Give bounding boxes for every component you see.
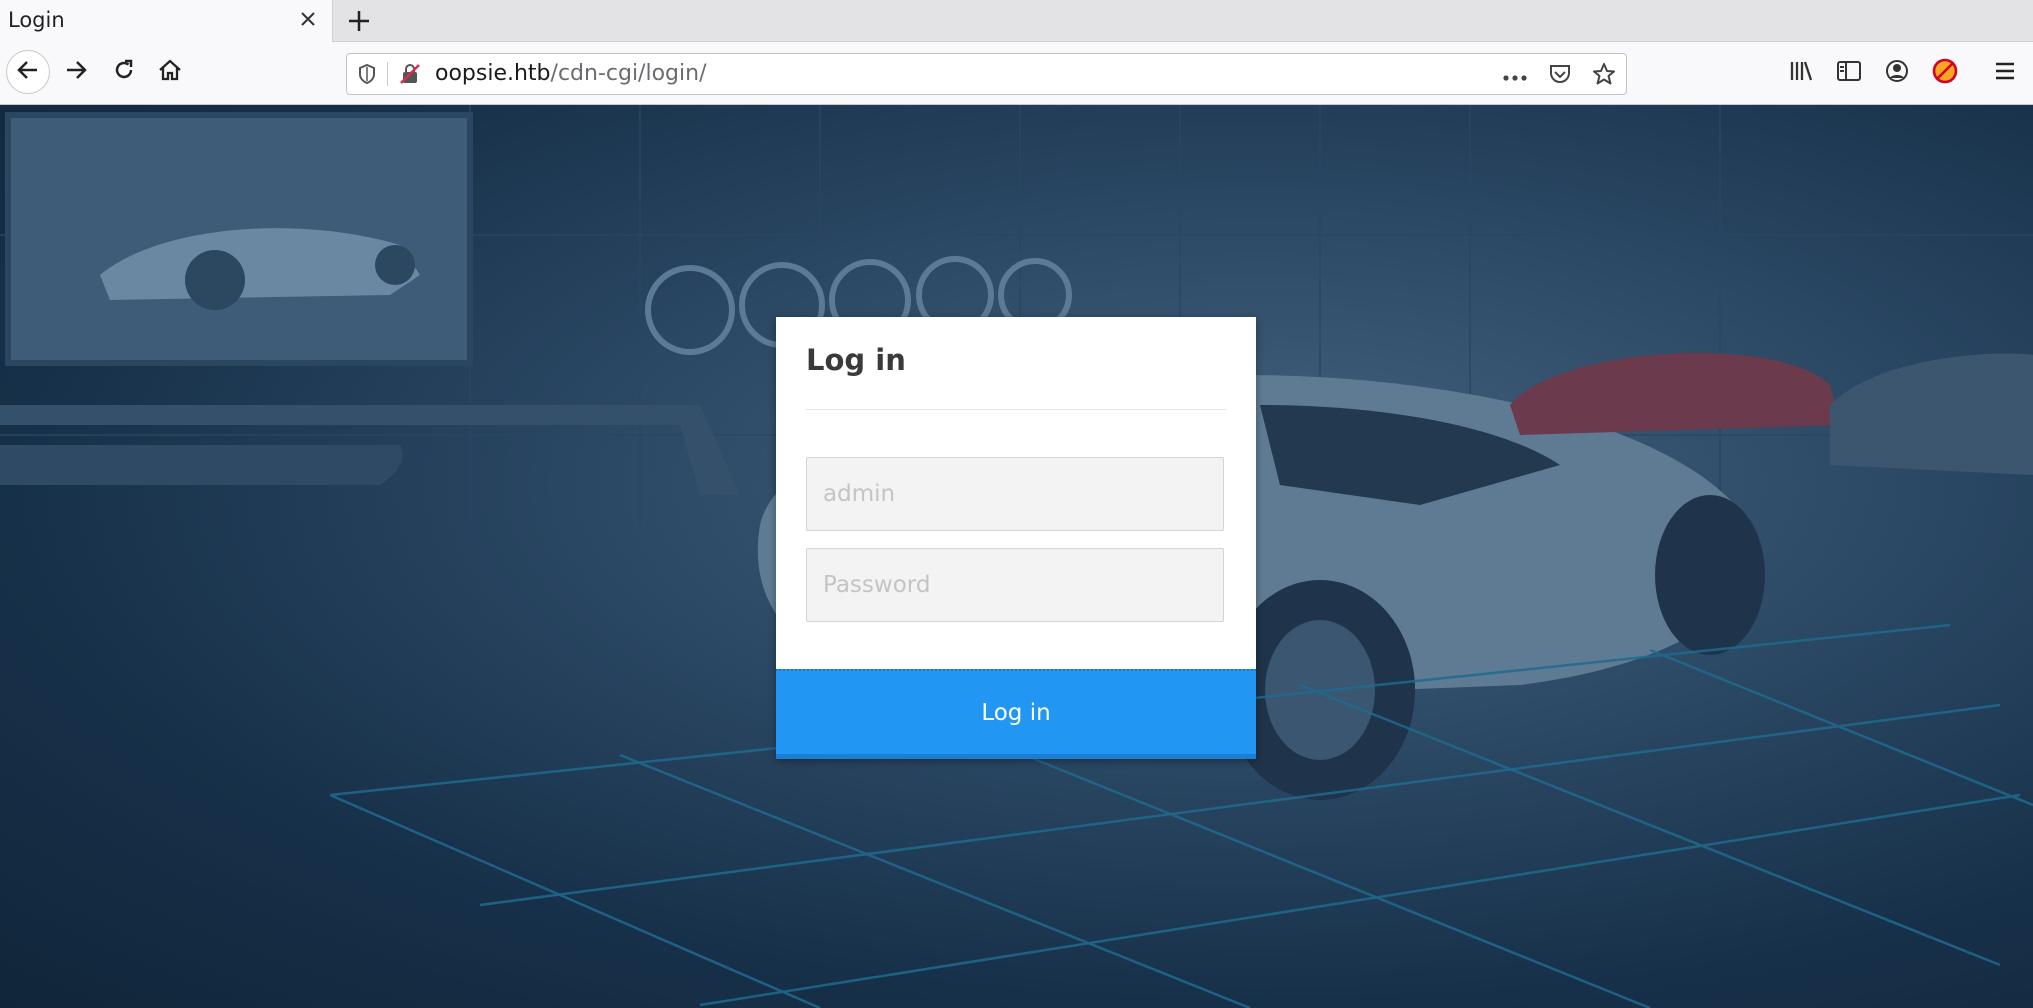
home-button[interactable] — [152, 54, 188, 90]
forward-button[interactable] — [58, 54, 94, 90]
plus-icon[interactable] — [344, 6, 374, 36]
heading-divider — [806, 409, 1226, 410]
library-icon[interactable] — [1787, 56, 1817, 86]
more-icon[interactable] — [1502, 67, 1528, 86]
account-icon[interactable] — [1882, 56, 1912, 86]
close-icon[interactable] — [298, 9, 318, 29]
reload-button[interactable] — [106, 54, 142, 90]
blocked-addon-icon[interactable] — [1930, 56, 1960, 86]
active-tab[interactable]: Login — [0, 0, 333, 42]
address-bar-separator — [387, 62, 388, 86]
login-heading: Log in — [806, 343, 906, 377]
address-bar-actions — [1502, 62, 1616, 90]
pocket-icon[interactable] — [1548, 63, 1572, 89]
tab-strip: Login — [0, 0, 2033, 42]
reload-icon — [111, 57, 137, 87]
address-bar[interactable]: oopsie.htb/cdn-cgi/login/ — [346, 53, 1627, 95]
back-arrow-icon — [15, 57, 41, 87]
password-input[interactable] — [806, 548, 1224, 622]
back-button[interactable] — [6, 50, 50, 94]
star-icon[interactable] — [1592, 62, 1616, 90]
url-path: /cdn-cgi/login/ — [550, 61, 707, 86]
forward-arrow-icon — [63, 57, 89, 87]
home-icon — [157, 57, 183, 87]
url-host: oopsie.htb — [435, 61, 551, 86]
tab-title: Login — [8, 8, 65, 32]
login-button[interactable]: Log in — [776, 669, 1256, 759]
sidebar-icon[interactable] — [1834, 56, 1864, 86]
url-text[interactable]: oopsie.htb/cdn-cgi/login/ — [435, 61, 706, 86]
navigation-toolbar: oopsie.htb/cdn-cgi/login/ — [0, 42, 2033, 105]
insecure-lock-icon[interactable] — [399, 63, 421, 89]
login-form: Log in Log in — [776, 317, 1256, 759]
shield-icon[interactable] — [357, 63, 377, 89]
username-input[interactable] — [806, 457, 1224, 531]
menu-icon[interactable] — [1990, 56, 2020, 86]
